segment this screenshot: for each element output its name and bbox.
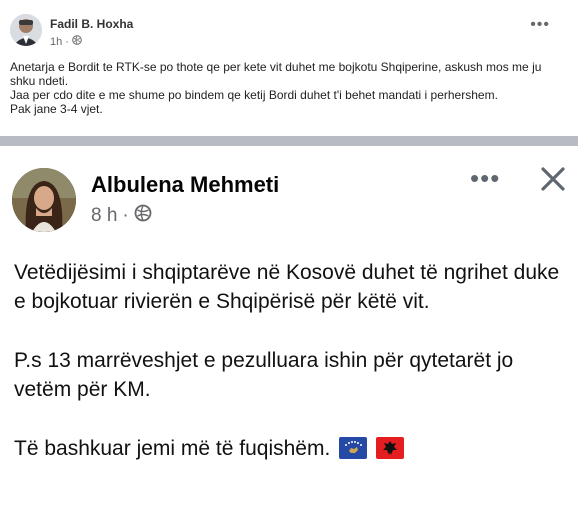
top-post: Fadil B. Hoxha 1h · ••• Anetarja e Bordi… <box>0 0 578 136</box>
author-name[interactable]: Fadil B. Hoxha <box>50 17 133 31</box>
separator: · <box>122 205 129 226</box>
post-paragraph: Jaa per cdo dite e me shume po bindem qe… <box>10 88 498 102</box>
post-text: Anetarja e Bordit te RTK-se po thote qe … <box>10 60 550 116</box>
post-text: Vetëdijësimi i shqiptarëve në Kosovë duh… <box>14 258 574 497</box>
timestamp[interactable]: 1h <box>50 36 62 48</box>
avatar[interactable] <box>10 14 42 46</box>
divider <box>0 136 578 146</box>
timestamp[interactable]: 8 h <box>91 205 117 227</box>
post-paragraph: Vetëdijësimi i shqiptarëve në Kosovë duh… <box>14 261 560 313</box>
post-meta: 1h · <box>50 35 82 48</box>
separator: · <box>65 35 69 48</box>
post-paragraph: Të bashkuar jemi më të fuqishëm. <box>14 437 331 460</box>
more-options-icon[interactable]: ••• <box>470 165 500 191</box>
close-icon[interactable] <box>538 164 568 194</box>
post-paragraph: Anetarja e Bordit te RTK-se po thote qe … <box>10 60 542 88</box>
avatar[interactable] <box>12 168 76 232</box>
kosovo-flag-icon <box>339 437 368 467</box>
albania-flag-icon <box>376 437 404 467</box>
globe-icon[interactable] <box>72 35 82 48</box>
post-paragraph-closing: Të bashkuar jemi më të fuqishëm. <box>14 434 574 467</box>
post-meta: 8 h · <box>91 204 152 228</box>
globe-icon[interactable] <box>134 204 152 228</box>
post-paragraph: P.s 13 marrëveshjet e pezulluara ishin p… <box>14 349 514 401</box>
more-options-icon[interactable]: ••• <box>530 17 550 33</box>
shared-post: Albulena Mehmeti 8 h · ••• Vetëdijësimi … <box>0 146 578 524</box>
post-paragraph: Pak jane 3-4 vjet. <box>10 102 103 116</box>
author-name[interactable]: Albulena Mehmeti <box>91 172 279 198</box>
